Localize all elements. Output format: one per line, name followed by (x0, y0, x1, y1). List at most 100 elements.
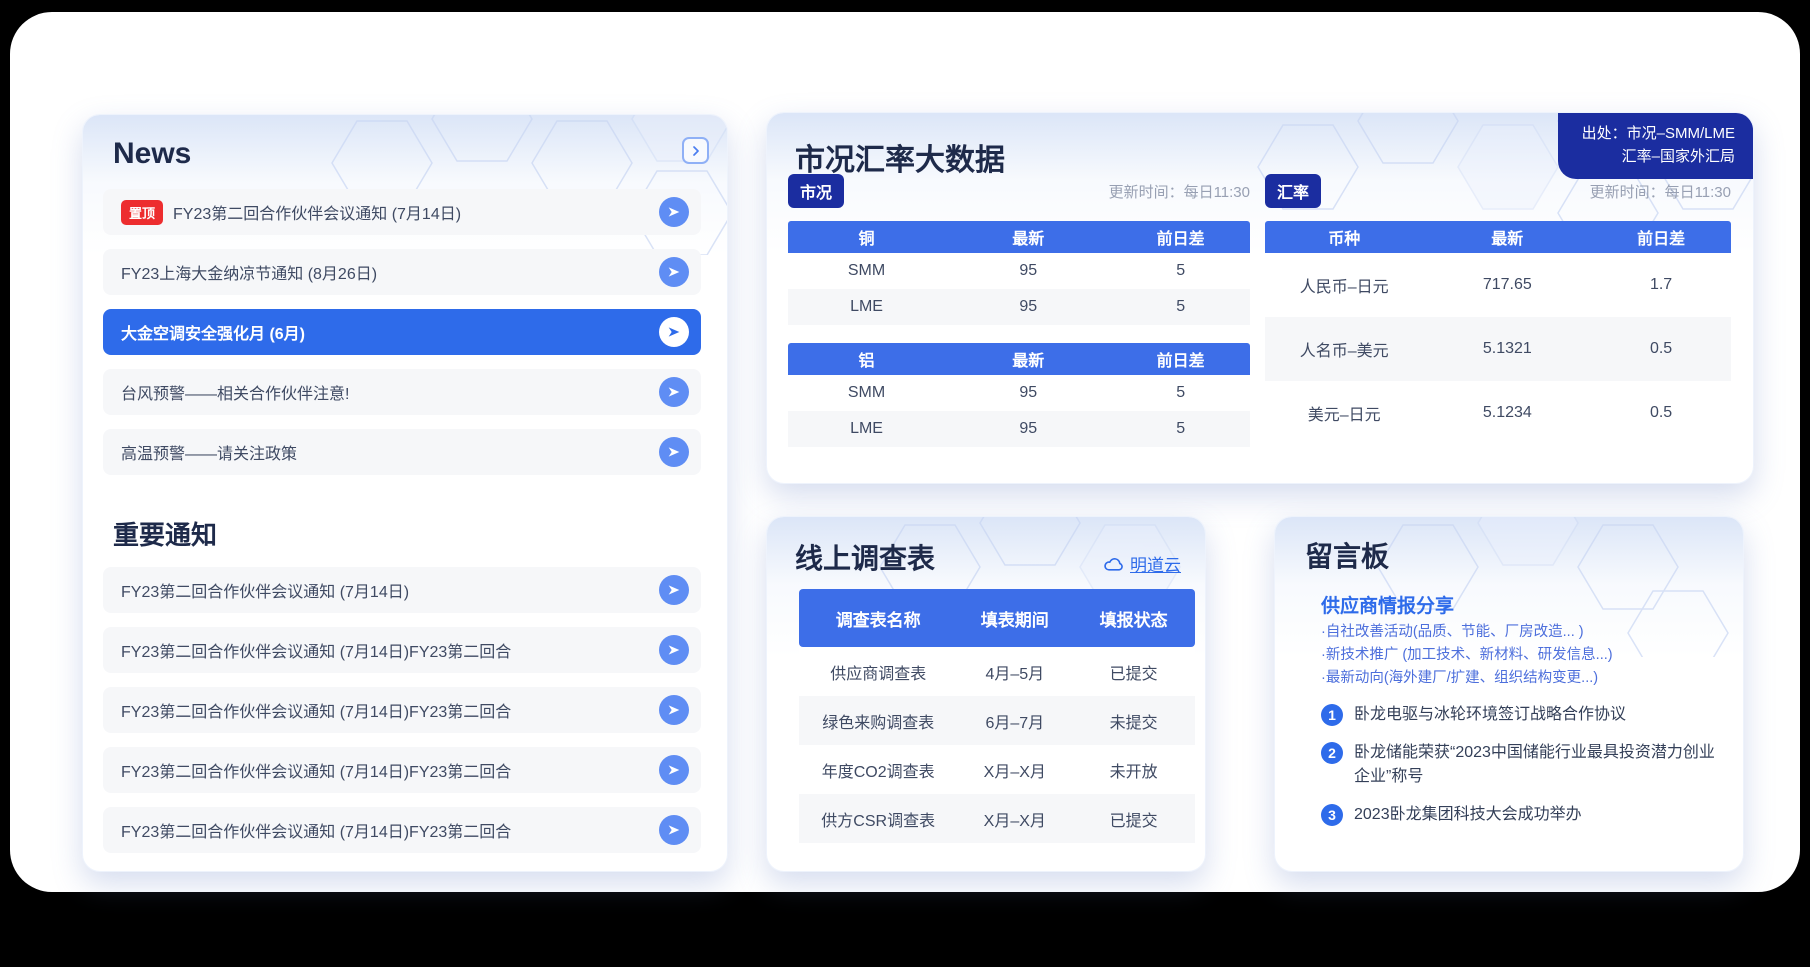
cell: LME (788, 298, 945, 316)
send-arrow-icon (666, 324, 682, 340)
column-header: 前日差 (1591, 225, 1731, 249)
notice-item-label: FY23第二回合作伙伴会议通知 (7月14日)FY23第二回合 (121, 758, 659, 782)
notice-item[interactable]: FY23第二回合作伙伴会议通知 (7月14日)FY23第二回合 (103, 747, 701, 793)
news-item[interactable]: FY23上海大金纳凉节通知 (8月26日) (103, 249, 701, 295)
open-arrow-button[interactable] (659, 317, 689, 347)
board-news-list: 1 卧龙电驱与冰轮环境签订战略合作协议 2 卧龙储能荣获“2023中国储能行业最… (1321, 703, 1715, 841)
news-more-button[interactable] (682, 137, 709, 164)
mingdao-cloud-link[interactable]: 明道云 (1103, 551, 1181, 576)
open-arrow-button[interactable] (659, 635, 689, 665)
news-list: 置顶 FY23第二回合作伙伴会议通知 (7月14日) FY23上海大金纳凉节通知… (103, 189, 701, 489)
table-row: LME 95 5 (788, 289, 1250, 325)
market-column: 市况 更新时间：每日11:30 铜 最新 前日差 SMM 95 5 (788, 175, 1250, 447)
news-item[interactable]: 台风预警——相关合作伙伴注意! (103, 369, 701, 415)
column-header: 铜 (788, 225, 945, 249)
notice-item-label: FY23第二回合作伙伴会议通知 (7月14日)FY23第二回合 (121, 638, 659, 662)
table-row: 年度CO2调查表 X月–X月 未开放 (799, 745, 1195, 794)
column-header: 币种 (1265, 225, 1423, 249)
notice-item-label: FY23第二回合作伙伴会议通知 (7月14日)FY23第二回合 (121, 818, 659, 842)
news-item[interactable]: 高温预警——请关注政策 (103, 429, 701, 475)
aluminum-table: 铝 最新 前日差 SMM 95 5 LME 95 5 (788, 343, 1250, 447)
status-cell: 未开放 (1072, 758, 1195, 782)
table-row: 绿色来购调查表 6月–7月 未提交 (799, 696, 1195, 745)
status-cell: 已提交 (1072, 807, 1195, 831)
cell: 5 (1111, 420, 1250, 438)
source-line-2: 汇率–国家外汇局 (1582, 145, 1735, 168)
send-arrow-icon (666, 204, 682, 220)
cell: X月–X月 (957, 807, 1072, 831)
board-bullet: ·新技术推广 (加工技术、新材料、研发信息...) (1321, 644, 1613, 667)
table-row: SMM 95 5 (788, 253, 1250, 289)
cell: 人民币–日元 (1265, 273, 1423, 297)
news-item-label: 高温预警——请关注政策 (121, 440, 659, 464)
open-arrow-button[interactable] (659, 695, 689, 725)
news-item-label: 台风预警——相关合作伙伴注意! (121, 380, 659, 404)
board-news-item[interactable]: 2 卧龙储能荣获“2023中国储能行业最具投资潜力创业企业”称号 (1321, 741, 1715, 789)
news-item[interactable]: 置顶 FY23第二回合作伙伴会议通知 (7月14日) (103, 189, 701, 235)
notice-item-label: FY23第二回合作伙伴会议通知 (7月14日)FY23第二回合 (121, 698, 659, 722)
mingdao-cloud-label: 明道云 (1130, 551, 1181, 576)
news-item-selected[interactable]: 大金空调安全强化月 (6月) (103, 309, 701, 355)
board-bullet: ·自社改善活动(品质、节能、厂房改造... ) (1321, 621, 1613, 644)
number-badge: 2 (1321, 742, 1343, 764)
cell: 95 (945, 262, 1111, 280)
chevron-right-icon (688, 143, 704, 159)
news-item-label: 大金空调安全强化月 (6月) (121, 320, 659, 344)
open-arrow-button[interactable] (659, 755, 689, 785)
pinned-badge: 置顶 (121, 200, 163, 225)
table-row: LME 95 5 (788, 411, 1250, 447)
notice-list: FY23第二回合作伙伴会议通知 (7月14日) FY23第二回合作伙伴会议通知 … (103, 567, 701, 867)
cell: 0.5 (1591, 404, 1731, 422)
cell: 人名币–美元 (1265, 337, 1423, 361)
cell: X月–X月 (957, 758, 1072, 782)
send-arrow-icon (666, 762, 682, 778)
table-header-row: 调查表名称 填表期间 填报状态 (799, 589, 1195, 647)
news-item-label: FY23第二回合作伙伴会议通知 (7月14日) (173, 200, 659, 224)
notice-item[interactable]: FY23第二回合作伙伴会议通知 (7月14日)FY23第二回合 (103, 687, 701, 733)
board-bullet: ·最新动向(海外建厂/扩建、组织结构变更...) (1321, 667, 1613, 690)
cell: 4月–5月 (957, 660, 1072, 684)
open-arrow-button[interactable] (659, 575, 689, 605)
cell: 95 (945, 298, 1111, 316)
column-header: 最新 (945, 347, 1111, 371)
cell: 0.5 (1591, 340, 1731, 358)
fx-tag: 汇率 (1265, 174, 1321, 208)
message-board-panel: 留言板 供应商情报分享 ·自社改善活动(品质、节能、厂房改造... ) ·新技术… (1274, 516, 1744, 872)
board-news-item[interactable]: 1 卧龙电驱与冰轮环境签订战略合作协议 (1321, 703, 1715, 727)
number-badge: 3 (1321, 804, 1343, 826)
board-news-label: 卧龙储能荣获“2023中国储能行业最具投资潜力创业企业”称号 (1354, 741, 1715, 789)
notice-item[interactable]: FY23第二回合作伙伴会议通知 (7月14日)FY23第二回合 (103, 807, 701, 853)
survey-panel-title: 线上调查表 (795, 537, 935, 577)
status-cell: 未提交 (1072, 709, 1195, 733)
cell: 供应商调查表 (799, 660, 957, 684)
table-row: 美元–日元 5.1234 0.5 (1265, 381, 1731, 445)
send-arrow-icon (666, 384, 682, 400)
column-header: 调查表名称 (799, 606, 957, 631)
send-arrow-icon (666, 264, 682, 280)
cell: 5 (1111, 384, 1250, 402)
open-arrow-button[interactable] (659, 197, 689, 227)
open-arrow-button[interactable] (659, 815, 689, 845)
open-arrow-button[interactable] (659, 377, 689, 407)
market-fx-panel: 市况汇率大数据 出处：市况–SMM/LME 汇率–国家外汇局 市况 更新时间：每… (766, 112, 1754, 484)
open-arrow-button[interactable] (659, 437, 689, 467)
notice-item-label: FY23第二回合作伙伴会议通知 (7月14日) (121, 578, 659, 602)
cell: 1.7 (1591, 276, 1731, 294)
cell: 年度CO2调查表 (799, 758, 957, 782)
news-title: News (113, 137, 191, 171)
cell: 5 (1111, 262, 1250, 280)
board-bullet-list: ·自社改善活动(品质、节能、厂房改造... ) ·新技术推广 (加工技术、新材料… (1321, 621, 1613, 690)
cell: 5.1234 (1423, 404, 1591, 422)
table-header-row: 铜 最新 前日差 (788, 221, 1250, 253)
open-arrow-button[interactable] (659, 257, 689, 287)
column-header: 铝 (788, 347, 945, 371)
source-line-1: 出处：市况–SMM/LME (1582, 122, 1735, 145)
news-item-label: FY23上海大金纳凉节通知 (8月26日) (121, 260, 659, 284)
notice-item[interactable]: FY23第二回合作伙伴会议通知 (7月14日)FY23第二回合 (103, 627, 701, 673)
send-arrow-icon (666, 702, 682, 718)
table-header-row: 铝 最新 前日差 (788, 343, 1250, 375)
notice-item[interactable]: FY23第二回合作伙伴会议通知 (7月14日) (103, 567, 701, 613)
board-news-item[interactable]: 3 2023卧龙集团科技大会成功举办 (1321, 803, 1715, 827)
cell: 5 (1111, 298, 1250, 316)
column-header: 前日差 (1111, 225, 1250, 249)
